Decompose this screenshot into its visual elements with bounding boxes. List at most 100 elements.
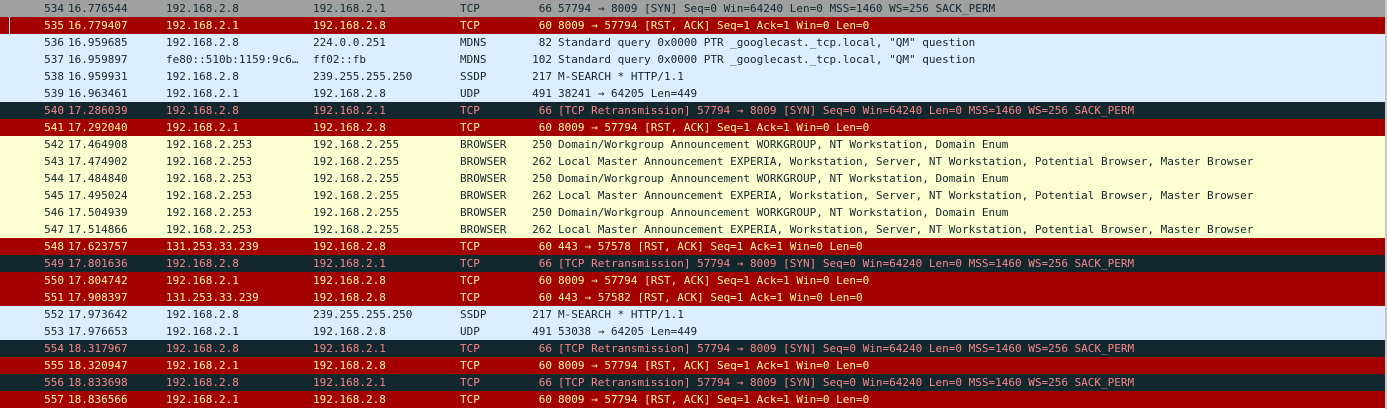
packet-length: 250 bbox=[532, 138, 552, 151]
packet-source: fe80::510b:1159:9c6… bbox=[166, 53, 299, 66]
packet-time: 16.963461 bbox=[68, 87, 128, 100]
packet-time: 16.959897 bbox=[68, 53, 128, 66]
packet-row[interactable]: 535 16.779407 192.168.2.1 192.168.2.8 TC… bbox=[0, 17, 1387, 34]
packet-destination: 192.168.2.255 bbox=[313, 189, 400, 202]
packet-row[interactable]: 553 17.976653 192.168.2.1 192.168.2.8 UD… bbox=[0, 323, 1387, 340]
packet-info: 8009 → 57794 [RST, ACK] Seq=1 Ack=1 Win=… bbox=[558, 121, 870, 134]
packet-source: 131.253.33.239 bbox=[166, 240, 259, 253]
packet-row[interactable]: 544 17.484840 192.168.2.253 192.168.2.25… bbox=[0, 170, 1387, 187]
packet-number: 549 bbox=[44, 257, 64, 270]
packet-row[interactable]: 538 16.959931 192.168.2.8 239.255.255.25… bbox=[0, 68, 1387, 85]
packet-length: 262 bbox=[532, 189, 552, 202]
packet-destination: 192.168.2.1 bbox=[313, 376, 386, 389]
packet-row[interactable]: 555 18.320947 192.168.2.1 192.168.2.8 TC… bbox=[0, 357, 1387, 374]
packet-length: 60 bbox=[538, 240, 552, 253]
packet-source: 192.168.2.8 bbox=[166, 70, 239, 83]
packet-destination: 239.255.255.250 bbox=[313, 70, 413, 83]
packet-source: 192.168.2.8 bbox=[166, 36, 239, 49]
packet-info: 8009 → 57794 [RST, ACK] Seq=1 Ack=1 Win=… bbox=[558, 19, 870, 32]
packet-time: 17.495024 bbox=[68, 189, 128, 202]
packet-length: 66 bbox=[538, 257, 552, 270]
packet-number: 553 bbox=[44, 325, 64, 338]
packet-length: 60 bbox=[538, 291, 552, 304]
packet-row[interactable]: 557 18.836566 192.168.2.1 192.168.2.8 TC… bbox=[0, 391, 1387, 408]
packet-time: 17.514866 bbox=[68, 223, 128, 236]
packet-length: 250 bbox=[532, 172, 552, 185]
packet-source: 131.253.33.239 bbox=[166, 291, 259, 304]
packet-number: 550 bbox=[44, 274, 64, 287]
packet-row[interactable]: 539 16.963461 192.168.2.1 192.168.2.8 UD… bbox=[0, 85, 1387, 102]
packet-length: 66 bbox=[538, 104, 552, 117]
packet-length: 262 bbox=[532, 223, 552, 236]
packet-row[interactable]: 542 17.464908 192.168.2.253 192.168.2.25… bbox=[0, 136, 1387, 153]
packet-info: 8009 → 57794 [RST, ACK] Seq=1 Ack=1 Win=… bbox=[558, 274, 870, 287]
packet-time: 17.976653 bbox=[68, 325, 128, 338]
packet-row[interactable]: 547 17.514866 192.168.2.253 192.168.2.25… bbox=[0, 221, 1387, 238]
packet-source: 192.168.2.253 bbox=[166, 189, 253, 202]
packet-length: 60 bbox=[538, 274, 552, 287]
packet-length: 491 bbox=[532, 325, 552, 338]
packet-info: Local Master Announcement EXPERIA, Works… bbox=[558, 189, 1254, 202]
packet-length: 250 bbox=[532, 206, 552, 219]
packet-info: [TCP Retransmission] 57794 → 8009 [SYN] … bbox=[558, 104, 1135, 117]
packet-destination: 192.168.2.255 bbox=[313, 155, 400, 168]
packet-info: M-SEARCH * HTTP/1.1 bbox=[558, 70, 684, 83]
packet-row[interactable]: 543 17.474902 192.168.2.253 192.168.2.25… bbox=[0, 153, 1387, 170]
packet-time: 17.504939 bbox=[68, 206, 128, 219]
packet-row[interactable]: 541 17.292040 192.168.2.1 192.168.2.8 TC… bbox=[0, 119, 1387, 136]
packet-length: 60 bbox=[538, 121, 552, 134]
packet-info: Local Master Announcement EXPERIA, Works… bbox=[558, 223, 1254, 236]
packet-row[interactable]: 556 18.833698 192.168.2.8 192.168.2.1 TC… bbox=[0, 374, 1387, 391]
packet-row[interactable]: 540 17.286039 192.168.2.8 192.168.2.1 TC… bbox=[0, 102, 1387, 119]
packet-destination: 192.168.2.8 bbox=[313, 359, 386, 372]
packet-length: 217 bbox=[532, 308, 552, 321]
packet-number: 545 bbox=[44, 189, 64, 202]
packet-number: 546 bbox=[44, 206, 64, 219]
packet-number: 555 bbox=[44, 359, 64, 372]
packet-time: 17.801636 bbox=[68, 257, 128, 270]
packet-destination: 192.168.2.8 bbox=[313, 274, 386, 287]
packet-info: Local Master Announcement EXPERIA, Works… bbox=[558, 155, 1254, 168]
packet-destination: 192.168.2.8 bbox=[313, 240, 386, 253]
packet-list[interactable]: 534 16.776544 192.168.2.8 192.168.2.1 TC… bbox=[0, 0, 1387, 408]
packet-destination: 192.168.2.8 bbox=[313, 87, 386, 100]
packet-number: 547 bbox=[44, 223, 64, 236]
packet-time: 17.286039 bbox=[68, 104, 128, 117]
packet-info: Domain/Workgroup Announcement WORKGROUP,… bbox=[558, 138, 1009, 151]
packet-number: 557 bbox=[44, 393, 64, 406]
packet-time: 17.908397 bbox=[68, 291, 128, 304]
packet-time: 18.317967 bbox=[68, 342, 128, 355]
packet-row[interactable]: 548 17.623757 131.253.33.239 192.168.2.8… bbox=[0, 238, 1387, 255]
packet-destination: 192.168.2.1 bbox=[313, 342, 386, 355]
packet-destination: 192.168.2.255 bbox=[313, 138, 400, 151]
packet-row[interactable]: 552 17.973642 192.168.2.8 239.255.255.25… bbox=[0, 306, 1387, 323]
packet-info: 8009 → 57794 [RST, ACK] Seq=1 Ack=1 Win=… bbox=[558, 359, 870, 372]
packet-info: [TCP Retransmission] 57794 → 8009 [SYN] … bbox=[558, 342, 1135, 355]
packet-length: 217 bbox=[532, 70, 552, 83]
packet-length: 102 bbox=[532, 53, 552, 66]
packet-length: 262 bbox=[532, 155, 552, 168]
packet-info: 8009 → 57794 [RST, ACK] Seq=1 Ack=1 Win=… bbox=[558, 393, 870, 406]
packet-row[interactable]: 550 17.804742 192.168.2.1 192.168.2.8 TC… bbox=[0, 272, 1387, 289]
packet-row[interactable]: 545 17.495024 192.168.2.253 192.168.2.25… bbox=[0, 187, 1387, 204]
packet-row[interactable]: 536 16.959685 192.168.2.8 224.0.0.251 MD… bbox=[0, 34, 1387, 51]
packet-row[interactable]: 551 17.908397 131.253.33.239 192.168.2.8… bbox=[0, 289, 1387, 306]
packet-info: 38241 → 64205 Len=449 bbox=[558, 87, 698, 100]
packet-number: 548 bbox=[44, 240, 64, 253]
packet-number: 543 bbox=[44, 155, 64, 168]
packet-source: 192.168.2.8 bbox=[166, 257, 239, 270]
packet-number: 556 bbox=[44, 376, 64, 389]
packet-number: 538 bbox=[44, 70, 64, 83]
packet-row[interactable]: 554 18.317967 192.168.2.8 192.168.2.1 TC… bbox=[0, 340, 1387, 357]
packet-row[interactable]: 546 17.504939 192.168.2.253 192.168.2.25… bbox=[0, 204, 1387, 221]
packet-row[interactable]: 549 17.801636 192.168.2.8 192.168.2.1 TC… bbox=[0, 255, 1387, 272]
packet-source: 192.168.2.8 bbox=[166, 376, 239, 389]
packet-row[interactable]: 534 16.776544 192.168.2.8 192.168.2.1 TC… bbox=[0, 0, 1387, 17]
packet-source: 192.168.2.8 bbox=[166, 308, 239, 321]
packet-row[interactable]: 537 16.959897 fe80::510b:1159:9c6… ff02:… bbox=[0, 51, 1387, 68]
packet-time: 18.836566 bbox=[68, 393, 128, 406]
packet-destination: 192.168.2.255 bbox=[313, 172, 400, 185]
packet-info: Domain/Workgroup Announcement WORKGROUP,… bbox=[558, 172, 1009, 185]
packet-info: [TCP Retransmission] 57794 → 8009 [SYN] … bbox=[558, 376, 1135, 389]
packet-source: 192.168.2.253 bbox=[166, 206, 253, 219]
